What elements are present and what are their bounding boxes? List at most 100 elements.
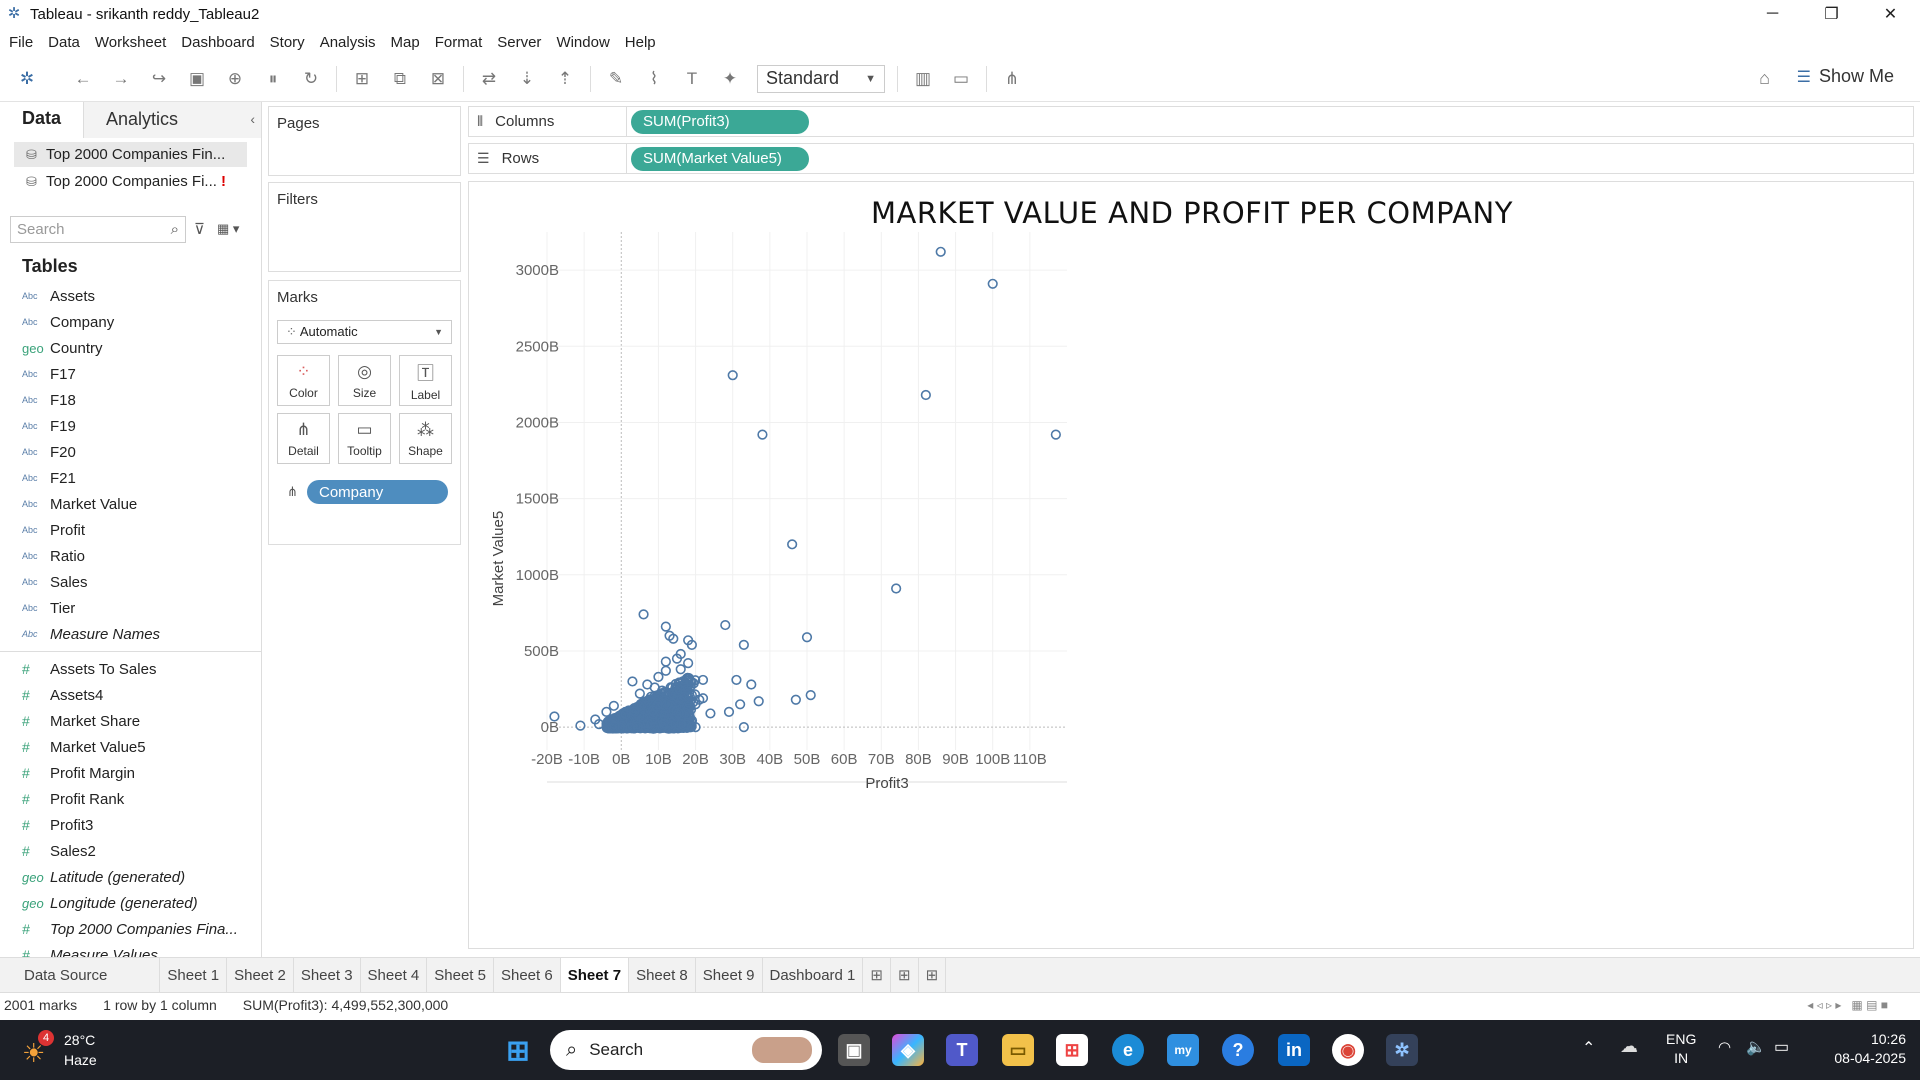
field-item[interactable]: Abc Ratio <box>0 543 261 569</box>
menu-dashboard[interactable]: Dashboard <box>181 34 254 51</box>
field-item[interactable]: Abc F21 <box>0 465 261 491</box>
show-labels-icon[interactable]: T <box>679 66 705 92</box>
clear-sheet-icon[interactable]: ⊠ <box>425 66 451 92</box>
pause-updates-icon[interactable]: ⏸ <box>260 66 286 92</box>
sheet-tab[interactable]: Dashboard 1 <box>763 957 864 993</box>
swap-rows-columns-icon[interactable]: ⇄ <box>476 66 502 92</box>
linkedin-icon[interactable]: in <box>1278 1034 1310 1066</box>
menu-analysis[interactable]: Analysis <box>320 34 376 51</box>
file-explorer-icon[interactable]: ▭ <box>1002 1034 1034 1066</box>
menu-file[interactable]: File <box>9 34 33 51</box>
field-item[interactable]: Abc Tier <box>0 595 261 621</box>
show-cards-icon[interactable]: ▥ <box>910 66 936 92</box>
help-icon[interactable]: ? <box>1222 1034 1254 1066</box>
rows-pill[interactable]: SUM(Market Value5) <box>631 146 809 171</box>
sheet-tab[interactable]: Sheet 6 <box>494 957 561 993</box>
replay-icon[interactable]: ↪ <box>146 66 172 92</box>
undo-icon[interactable]: ← <box>70 66 96 92</box>
teams-icon[interactable]: T <box>946 1034 978 1066</box>
viz-canvas[interactable]: MARKET VALUE AND PROFIT PER COMPANY -20B… <box>468 181 1914 949</box>
share-icon[interactable]: ⋔ <box>999 66 1025 92</box>
field-item[interactable]: # Market Share <box>0 708 261 734</box>
sort-descending-icon[interactable]: ⇡ <box>552 66 578 92</box>
edge-icon[interactable]: e <box>1112 1034 1144 1066</box>
detail-button[interactable]: ⋔ Detail <box>277 413 330 464</box>
sheet-tab[interactable]: Sheet 5 <box>427 957 494 993</box>
new-datasource-icon[interactable]: ⊕ <box>222 66 248 92</box>
show-me-button[interactable]: ☰ Show Me <box>1797 66 1894 87</box>
maximize-button[interactable]: ❐ <box>1802 0 1861 28</box>
rows-shelf[interactable]: ☰ Rows SUM(Market Value5) <box>468 143 1914 174</box>
chrome-icon[interactable]: ◉ <box>1332 1034 1364 1066</box>
highlight-icon[interactable]: ✎ <box>603 66 629 92</box>
sheet-tab[interactable]: Sheet 7 <box>560 957 630 993</box>
field-item[interactable]: Abc F20 <box>0 439 261 465</box>
view-toggle-icons[interactable]: ◂ ◃ ▹ ▸ ▦ ▤ ■ <box>1807 998 1888 1012</box>
menu-data[interactable]: Data <box>48 34 80 51</box>
field-item[interactable]: geo Longitude (generated) <box>0 890 261 916</box>
field-item[interactable]: geo Latitude (generated) <box>0 864 261 890</box>
tab-analytics[interactable]: Analytics <box>83 101 261 138</box>
menu-map[interactable]: Map <box>391 34 420 51</box>
menu-worksheet[interactable]: Worksheet <box>95 34 166 51</box>
columns-pill[interactable]: SUM(Profit3) <box>631 109 809 134</box>
microsoft-store-icon[interactable]: ⊞ <box>1056 1034 1088 1066</box>
duplicate-sheet-icon[interactable]: ⧉ <box>387 66 413 92</box>
mylink-icon[interactable]: my <box>1167 1034 1199 1066</box>
sheet-tab[interactable]: Data Source <box>0 957 161 993</box>
new-story-icon[interactable]: ⊞ <box>919 957 947 993</box>
field-item[interactable]: Abc F19 <box>0 413 261 439</box>
sheet-tab[interactable]: Sheet 2 <box>227 957 294 993</box>
shape-button[interactable]: ⁂ Shape <box>399 413 452 464</box>
sheet-tab[interactable]: Sheet 8 <box>629 957 696 993</box>
onedrive-cloud-icon[interactable]: ☁ <box>1620 1036 1638 1057</box>
minimize-button[interactable]: ─ <box>1743 0 1802 28</box>
menu-window[interactable]: Window <box>556 34 609 51</box>
language-indicator[interactable]: ENG IN <box>1666 1030 1696 1068</box>
refresh-icon[interactable]: ↻ <box>298 66 324 92</box>
taskbar-search[interactable]: ⌕ Search <box>550 1030 822 1070</box>
sheet-tab[interactable]: Sheet 3 <box>294 957 361 993</box>
new-dashboard-icon[interactable]: ⊞ <box>891 957 919 993</box>
copilot-icon[interactable]: ◈ <box>892 1034 924 1066</box>
field-item[interactable]: Abc F17 <box>0 361 261 387</box>
detail-pill-company[interactable]: Company <box>307 480 448 504</box>
tableau-taskbar-icon[interactable]: ✲ <box>1386 1034 1418 1066</box>
menu-format[interactable]: Format <box>435 34 483 51</box>
label-button[interactable]: 🅃 Label <box>399 355 452 406</box>
field-item[interactable]: # Market Value5 <box>0 734 261 760</box>
field-item[interactable]: Abc Measure Names <box>0 621 261 647</box>
battery-icon[interactable]: ▭ <box>1774 1037 1789 1057</box>
tab-data[interactable]: Data <box>0 101 84 138</box>
menu-help[interactable]: Help <box>625 34 656 51</box>
field-item[interactable]: Abc F18 <box>0 387 261 413</box>
menu-story[interactable]: Story <box>270 34 305 51</box>
wifi-icon[interactable]: ◠ <box>1718 1038 1731 1056</box>
fix-axes-icon[interactable]: ✦ <box>717 66 743 92</box>
tableau-home-icon[interactable]: ✲ <box>14 66 40 92</box>
chevron-up-icon[interactable]: ⌃ <box>1582 1038 1595 1058</box>
fit-dropdown[interactable]: Standard ▼ <box>757 64 885 93</box>
sheet-tab[interactable]: Sheet 1 <box>160 957 228 993</box>
new-worksheet-icon[interactable]: ⊞ <box>349 66 375 92</box>
save-icon[interactable]: ▣ <box>184 66 210 92</box>
field-item[interactable]: Abc Sales <box>0 569 261 595</box>
weather-widget[interactable]: ☀ 4 <box>22 1030 58 1068</box>
sheet-tab[interactable]: Sheet 4 <box>361 957 428 993</box>
field-item[interactable]: Abc Assets <box>0 283 261 309</box>
windows-start-icon[interactable]: ⊞ <box>502 1034 534 1066</box>
datasource-item[interactable]: ⛁ Top 2000 Companies Fin... <box>14 142 247 167</box>
field-item[interactable]: # Profit Rank <box>0 786 261 812</box>
tooltip-button[interactable]: ▭ Tooltip <box>338 413 391 464</box>
group-members-icon[interactable]: ⌇ <box>641 66 667 92</box>
field-item[interactable]: # Profit Margin <box>0 760 261 786</box>
field-item[interactable]: # Top 2000 Companies Fina... <box>0 916 261 942</box>
menu-server[interactable]: Server <box>497 34 541 51</box>
view-options-icon[interactable]: ▦ ▾ <box>217 221 239 237</box>
scatter-plot[interactable]: -20B -10B 0B 10B 20B 30B 40B 50B 60B 70B 80B 90B 100… <box>469 182 1915 948</box>
datasource-item[interactable]: ⛁ Top 2000 Companies Fi... ! <box>0 169 261 194</box>
volume-icon[interactable]: 🔈 <box>1746 1037 1766 1057</box>
field-item[interactable]: # Assets4 <box>0 682 261 708</box>
field-item[interactable]: # Assets To Sales <box>0 656 261 682</box>
field-item[interactable]: Abc Company <box>0 309 261 335</box>
